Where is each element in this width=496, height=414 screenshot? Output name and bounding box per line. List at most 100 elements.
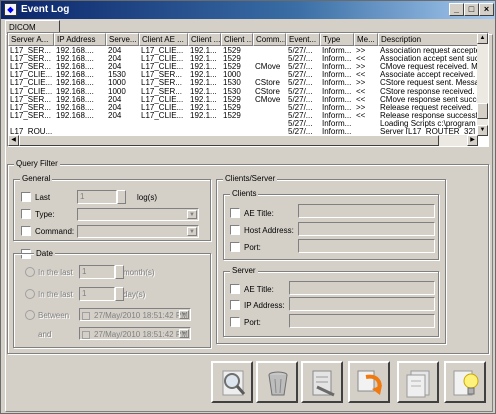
column-header[interactable]: IP Address bbox=[54, 33, 106, 46]
server-port-label: Port: bbox=[244, 318, 261, 327]
column-header[interactable]: Client ... bbox=[221, 33, 253, 46]
table-cell: 5/27/... bbox=[288, 127, 313, 134]
server-ae-title-input[interactable] bbox=[289, 281, 435, 295]
date-label: Date bbox=[34, 249, 55, 258]
tip-icon bbox=[453, 370, 479, 396]
in-last-months-radio[interactable] bbox=[25, 267, 35, 277]
table-cell bbox=[253, 127, 286, 134]
server-ae-title-checkbox[interactable] bbox=[230, 284, 240, 294]
in-last-days-radio[interactable] bbox=[25, 289, 35, 299]
last-count-input[interactable]: 1 bbox=[77, 190, 117, 204]
server-port-input[interactable] bbox=[289, 314, 435, 328]
client-ae-title-checkbox[interactable] bbox=[230, 208, 240, 218]
vertical-scroll-thumb[interactable] bbox=[477, 103, 488, 119]
to-date-picker[interactable]: 27/May/2010 18:51:42 PM ▼ bbox=[79, 327, 191, 340]
in-last-days-label: In the last bbox=[38, 290, 73, 299]
to-date-value: 27/May/2010 18:51:42 PM bbox=[94, 330, 188, 339]
chevron-down-icon: ▼ bbox=[187, 227, 197, 236]
client-ae-title-input[interactable] bbox=[298, 204, 435, 218]
days-count-input[interactable]: 1 bbox=[79, 287, 115, 301]
logs-unit-label: log(s) bbox=[137, 193, 158, 202]
horizontal-scrollbar[interactable]: ◀ ▶ bbox=[8, 135, 478, 146]
column-header[interactable]: Client ... bbox=[188, 33, 221, 46]
search-button[interactable] bbox=[211, 361, 253, 403]
close-button[interactable]: × bbox=[479, 3, 494, 16]
table-cell: L17_ROU... bbox=[10, 127, 53, 134]
scroll-right-button[interactable]: ▶ bbox=[467, 135, 478, 146]
last-count-spinner[interactable] bbox=[117, 190, 126, 204]
type-checkbox[interactable] bbox=[21, 209, 31, 219]
clear-filter-icon bbox=[312, 370, 335, 397]
from-date-picker[interactable]: 27/May/2010 18:51:42 PM ▼ bbox=[79, 308, 191, 321]
server-ip-input[interactable] bbox=[289, 297, 435, 311]
export-button[interactable] bbox=[397, 361, 439, 403]
column-header[interactable]: Description bbox=[378, 33, 478, 46]
last-label: Last bbox=[35, 193, 51, 202]
client-host-checkbox[interactable] bbox=[230, 225, 240, 235]
column-header[interactable]: Serve... bbox=[106, 33, 139, 46]
table-cell bbox=[106, 127, 139, 134]
client-port-checkbox[interactable] bbox=[230, 242, 240, 252]
query-filter-label: Query Filter bbox=[14, 159, 60, 168]
client-host-label: Host Address: bbox=[244, 226, 294, 235]
command-checkbox[interactable] bbox=[21, 226, 31, 236]
scroll-down-button[interactable]: ▼ bbox=[477, 125, 488, 136]
clients-server-label: Clients/Server bbox=[223, 174, 278, 183]
server-ip-label: IP Address: bbox=[244, 301, 285, 310]
date-enable-checkbox[interactable] bbox=[82, 312, 90, 320]
clear-filter-button[interactable] bbox=[301, 361, 343, 403]
last-checkbox[interactable] bbox=[21, 192, 31, 202]
table-cell bbox=[354, 127, 378, 134]
chevron-down-icon: ▼ bbox=[187, 210, 197, 219]
column-header[interactable]: Comm... bbox=[253, 33, 286, 46]
date-enable-checkbox[interactable] bbox=[82, 331, 90, 339]
months-unit-label: month(s) bbox=[123, 268, 155, 277]
command-label: Command: bbox=[35, 227, 75, 236]
maximize-button[interactable]: □ bbox=[464, 3, 479, 16]
refresh-icon bbox=[357, 370, 382, 395]
and-label: and bbox=[38, 330, 52, 339]
type-select[interactable]: ▼ bbox=[77, 208, 199, 221]
tip-button[interactable] bbox=[444, 361, 486, 403]
chevron-down-icon: ▼ bbox=[179, 310, 189, 319]
between-label: Between bbox=[38, 311, 70, 320]
column-header[interactable]: Type bbox=[320, 33, 354, 46]
table-cell: Inform... bbox=[322, 127, 352, 134]
window-title: Event Log bbox=[21, 4, 70, 15]
command-select[interactable]: ▼ bbox=[77, 225, 199, 238]
vertical-scrollbar[interactable]: ▲ ▼ bbox=[477, 33, 488, 136]
event-grid[interactable]: Server A... IP Address Serve... Client AE .… bbox=[7, 32, 489, 147]
client-host-input[interactable] bbox=[298, 222, 435, 236]
scroll-up-button[interactable]: ▲ bbox=[477, 33, 488, 44]
scroll-left-button[interactable]: ◀ bbox=[8, 135, 19, 146]
table-row[interactable]: L17_ROU... 5/27/... Inform... Server [L17_R… bbox=[8, 127, 478, 134]
grid-header: Server A... IP Address Serve... Client AE .… bbox=[8, 33, 478, 46]
refresh-button[interactable] bbox=[348, 361, 390, 403]
column-header[interactable]: Server A... bbox=[8, 33, 54, 46]
title-bar: ◆ Event Log _ □ × bbox=[1, 1, 495, 19]
between-radio[interactable] bbox=[25, 310, 35, 320]
table-cell: Server [L17_ROUTER_32] clos bbox=[380, 127, 478, 134]
trash-icon bbox=[268, 371, 288, 396]
server-ae-title-label: AE Title: bbox=[244, 285, 274, 294]
app-icon: ◆ bbox=[4, 3, 17, 16]
server-port-checkbox[interactable] bbox=[230, 317, 240, 327]
in-last-months-label: In the last bbox=[38, 268, 73, 277]
grid-body: L17_SER... 192.168.... 204 L17_CLIE... 192.1… bbox=[8, 46, 478, 134]
column-header[interactable]: Me... bbox=[354, 33, 378, 46]
type-label: Type: bbox=[35, 210, 55, 219]
months-count-input[interactable]: 1 bbox=[79, 265, 115, 279]
horizontal-scroll-thumb[interactable] bbox=[19, 135, 439, 146]
delete-button[interactable] bbox=[256, 361, 298, 403]
column-header[interactable]: Client AE ... bbox=[139, 33, 188, 46]
server-label: Server bbox=[230, 266, 258, 275]
general-label: General bbox=[20, 174, 53, 183]
client-port-input[interactable] bbox=[298, 239, 435, 253]
from-date-value: 27/May/2010 18:51:42 PM bbox=[94, 311, 188, 320]
table-cell bbox=[54, 127, 106, 134]
days-unit-label: day(s) bbox=[123, 290, 146, 299]
column-header[interactable]: Event... bbox=[286, 33, 320, 46]
minimize-button[interactable]: _ bbox=[449, 3, 464, 16]
client-ae-title-label: AE Title: bbox=[244, 209, 274, 218]
server-ip-checkbox[interactable] bbox=[230, 300, 240, 310]
